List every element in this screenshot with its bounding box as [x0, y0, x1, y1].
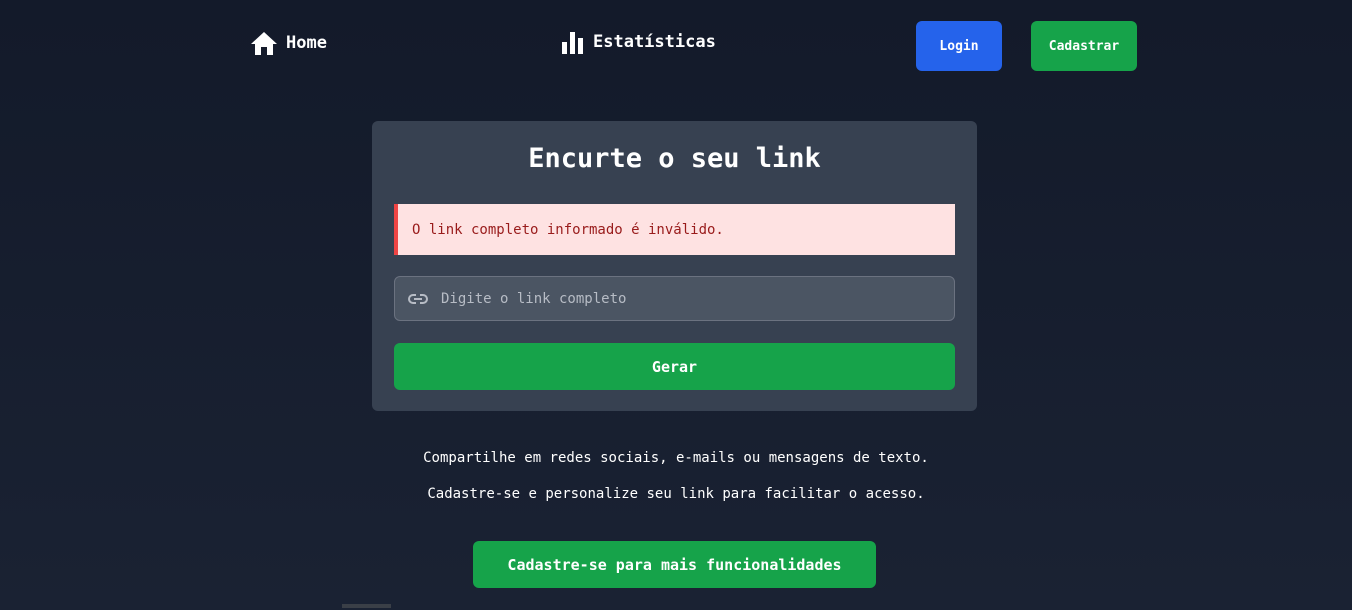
error-alert-text: O link completo informado é inválido. [412, 221, 724, 238]
link-icon [407, 293, 429, 305]
url-input[interactable] [441, 290, 954, 307]
signup-cta-button[interactable]: Cadastre-se para mais funcionalidades [473, 541, 876, 588]
nav-home-label: Home [286, 33, 327, 53]
home-icon [250, 30, 278, 56]
error-alert: O link completo informado é inválido. [394, 204, 955, 255]
url-input-wrapper[interactable] [394, 276, 955, 321]
info-text-signup: Cadastre-se e personalize seu link para … [427, 486, 925, 502]
horizontal-scrollbar[interactable] [342, 604, 391, 608]
login-button[interactable]: Login [916, 21, 1002, 71]
nav-stats-link[interactable]: Estatísticas [561, 30, 716, 54]
card-title: Encurte o seu link [528, 143, 821, 174]
shorten-card: Encurte o seu link O link completo infor… [372, 121, 977, 411]
signup-button[interactable]: Cadastrar [1031, 21, 1137, 71]
nav-home-link[interactable]: Home [250, 30, 327, 56]
info-text-share: Compartilhe em redes sociais, e-mails ou… [423, 450, 929, 466]
bar-chart-icon [561, 30, 585, 54]
nav-stats-label: Estatísticas [593, 32, 716, 52]
generate-button[interactable]: Gerar [394, 343, 955, 390]
